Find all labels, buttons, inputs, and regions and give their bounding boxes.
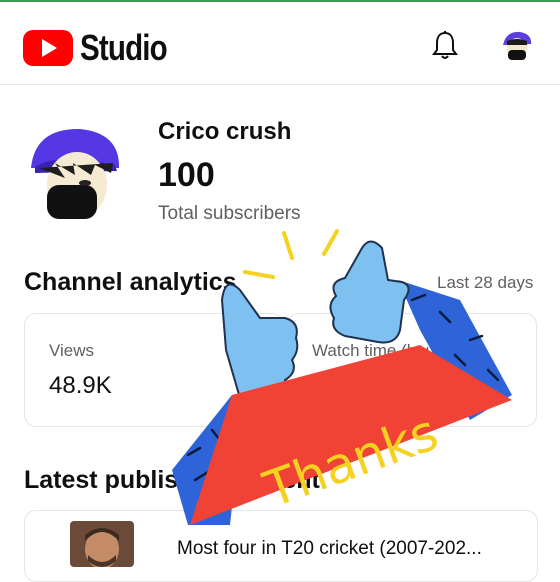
channel-avatar[interactable] (25, 123, 125, 223)
views-card[interactable]: Views 48.9K (24, 313, 284, 427)
spark-lines (243, 229, 339, 279)
metric-value: 226 (312, 372, 353, 399)
subscriber-label: Total subscribers (158, 203, 301, 224)
metric-label: Watch time (hours) (312, 341, 455, 360)
channel-name: Crico crush (158, 118, 292, 145)
metric-label: Views (49, 341, 95, 360)
youtube-logo-icon (23, 30, 73, 66)
watch-time-card[interactable]: Watch time (hours) 226 (287, 313, 537, 427)
studio-logo[interactable]: Studio (23, 27, 186, 69)
avatar-icon[interactable] (500, 29, 534, 63)
metric-value: 48.9K (49, 372, 112, 399)
analytics-title: Channel analytics (24, 268, 237, 296)
subscriber-count: 100 (158, 156, 215, 194)
video-title: Most four in T20 cricket (2007-202... (177, 538, 482, 559)
video-thumbnail[interactable] (70, 521, 134, 567)
latest-content-title: Latest published content (24, 466, 320, 494)
app-title: Studio (80, 27, 168, 68)
bell-icon[interactable] (431, 30, 459, 60)
analytics-period[interactable]: Last 28 days (437, 273, 533, 293)
app-header: Studio (0, 2, 560, 85)
